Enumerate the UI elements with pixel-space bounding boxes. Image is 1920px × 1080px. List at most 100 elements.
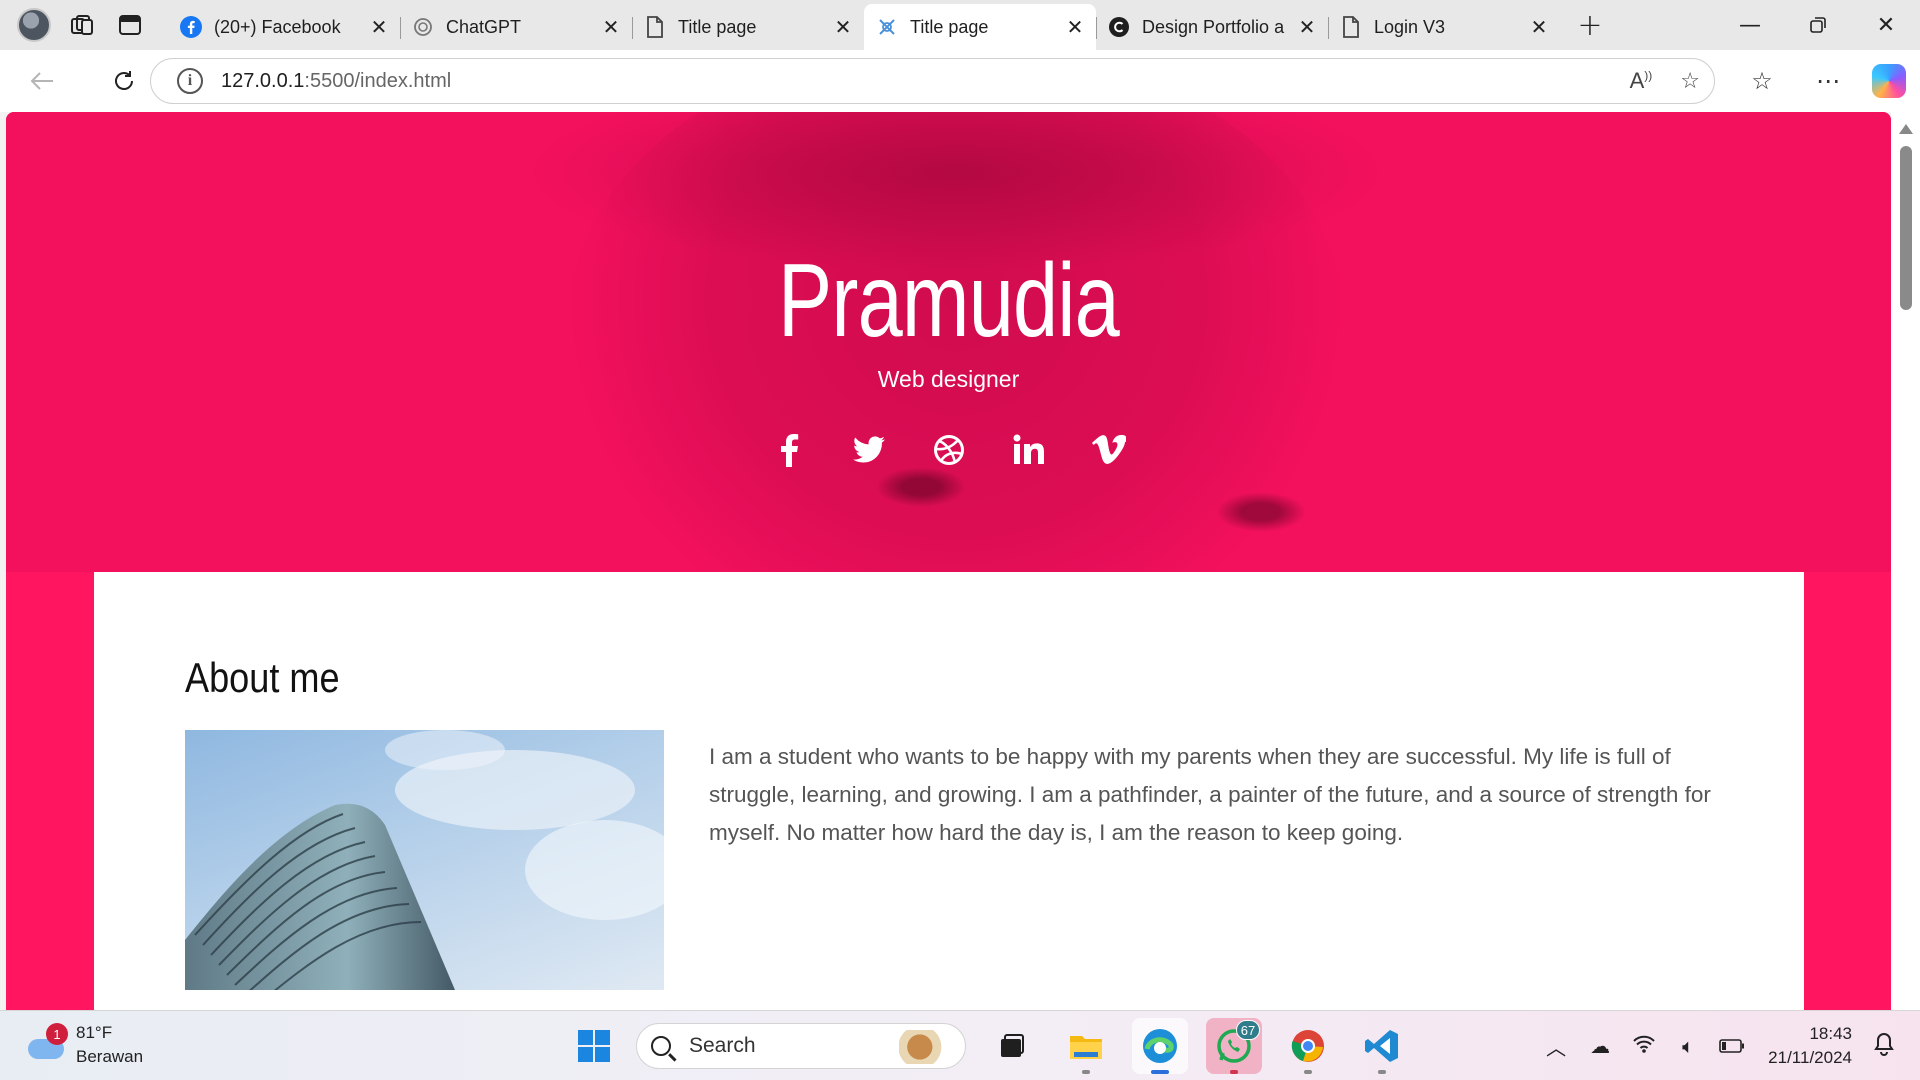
file-explorer-button[interactable] [1058, 1018, 1114, 1074]
tab-label: Login V3 [1374, 16, 1446, 37]
building-illustration [185, 730, 664, 990]
close-tab-icon[interactable]: ✕ [832, 15, 854, 39]
task-view-button[interactable] [984, 1018, 1040, 1074]
battery-icon[interactable] [1710, 1034, 1754, 1058]
about-card: About me I am a student who wants to be … [94, 572, 1804, 1010]
weather-temperature: 81°F [76, 1023, 113, 1042]
tab-title-page[interactable]: Title page ✕ [632, 7, 864, 47]
workspaces-button[interactable] [58, 0, 106, 50]
taskbar: 1 81°F Berawan Search 67 ︿ ☁ 🔈︎ 18:43 21… [0, 1010, 1920, 1080]
clock[interactable]: 18:43 21/11/2024 [1768, 1022, 1852, 1070]
refresh-icon [115, 71, 133, 90]
linkedin-icon[interactable] [1010, 430, 1048, 470]
windows-logo-icon [578, 1030, 593, 1045]
folder-icon [1070, 1036, 1102, 1059]
twitter-icon[interactable] [850, 430, 888, 470]
chrome-button[interactable] [1280, 1018, 1336, 1074]
close-tab-icon[interactable]: ✕ [600, 15, 622, 39]
hero-subtitle: Web designer [877, 366, 1020, 392]
back-button[interactable] [18, 57, 66, 105]
taskbar-search[interactable]: Search [636, 1023, 966, 1069]
scroll-up-arrow-icon[interactable] [1899, 124, 1913, 134]
refresh-button[interactable] [100, 57, 148, 105]
more-options-icon[interactable]: ⋯ [1806, 67, 1850, 95]
window-controls: — ✕ [1716, 0, 1920, 50]
vertical-tabs-icon [119, 15, 141, 35]
app-running-indicator [1230, 1070, 1238, 1074]
tab-chatgpt[interactable]: ChatGPT ✕ [400, 7, 632, 47]
site-info-icon[interactable]: i [177, 68, 203, 94]
facebook-icon[interactable] [770, 430, 808, 470]
clock-date: 21/11/2024 [1768, 1048, 1852, 1067]
profile-button[interactable] [10, 0, 58, 50]
about-text: I am a student who wants to be happy wit… [709, 744, 1711, 845]
onedrive-icon[interactable]: ☁ [1578, 1034, 1622, 1058]
volume-icon[interactable]: 🔈︎ [1666, 1034, 1710, 1058]
app-running-indicator [1082, 1070, 1090, 1074]
app-running-indicator [1151, 1070, 1169, 1074]
c-logo-icon [1108, 16, 1130, 38]
search-icon [651, 1036, 671, 1056]
navigation-bar: i 127.0.0.1:5500/index.html A)) ☆ ☆ ⋯ [0, 50, 1920, 112]
back-arrow-icon [30, 72, 53, 90]
close-tab-icon[interactable]: ✕ [1296, 15, 1318, 39]
whatsapp-unread-badge: 67 [1236, 1020, 1260, 1040]
start-button[interactable] [570, 1022, 618, 1070]
cloud-icon: 1 [26, 1023, 68, 1059]
facebook-icon [180, 16, 202, 38]
system-tray: ︿ ☁ 🔈︎ 18:43 21/11/2024 [1534, 1011, 1906, 1080]
tab-label: Title page [678, 16, 757, 37]
tab-label: Design Portfolio a [1142, 16, 1285, 37]
close-tab-icon[interactable]: ✕ [1064, 15, 1086, 39]
whatsapp-button[interactable]: 67 [1206, 1018, 1262, 1074]
app-running-indicator [1304, 1070, 1312, 1074]
scrollbar-thumb[interactable] [1900, 146, 1912, 310]
tab-actions-button[interactable] [106, 0, 154, 50]
workspaces-icon [71, 15, 93, 35]
chatgpt-icon [412, 16, 434, 38]
hero-eye-left [876, 467, 966, 507]
address-bar[interactable]: i 127.0.0.1:5500/index.html A)) ☆ [150, 58, 1715, 104]
close-tab-icon[interactable]: ✕ [1528, 15, 1550, 39]
favorites-icon[interactable]: ☆ [1740, 67, 1784, 95]
social-links [6, 430, 1891, 470]
weather-widget[interactable]: 1 81°F Berawan [26, 1021, 143, 1069]
copilot-icon[interactable] [1872, 64, 1906, 98]
wifi-icon[interactable] [1622, 1034, 1666, 1059]
weather-condition: Berawan [76, 1047, 144, 1066]
tab-label: Title page [910, 16, 989, 37]
tab-login-v3[interactable]: Login V3 ✕ [1328, 7, 1560, 47]
edge-button[interactable] [1132, 1018, 1188, 1074]
address-bar-actions: A)) ☆ [1630, 59, 1700, 103]
page-viewport: Pramudia Web designer About me I am a st… [6, 112, 1891, 1010]
edge-icon [1143, 1029, 1177, 1063]
show-hidden-icons-icon[interactable]: ︿ [1534, 1032, 1578, 1061]
close-tab-icon[interactable]: ✕ [368, 15, 390, 39]
clock-time: 18:43 [1809, 1024, 1852, 1043]
vscode-button[interactable] [1354, 1018, 1410, 1074]
notifications-icon[interactable] [1862, 1032, 1906, 1061]
close-window-button[interactable]: ✕ [1852, 0, 1920, 50]
about-heading: About me [185, 654, 340, 701]
page-scrollbar[interactable] [1891, 112, 1920, 1010]
dribbble-icon[interactable] [930, 430, 968, 470]
read-aloud-icon[interactable]: A)) [1630, 68, 1653, 94]
page-icon [1340, 16, 1362, 38]
toolbar-right: ☆ ⋯ [1740, 50, 1906, 112]
page-icon [644, 16, 666, 38]
chrome-icon [1291, 1030, 1324, 1062]
tab-bar: (20+) Facebook ✕ ChatGPT ✕ Title page ✕ … [0, 0, 1920, 50]
tab-title-page-active[interactable]: Title page ✕ [864, 4, 1096, 50]
vimeo-icon[interactable] [1090, 430, 1128, 470]
minimize-button[interactable]: — [1716, 0, 1784, 50]
tab-facebook[interactable]: (20+) Facebook ✕ [168, 7, 400, 47]
new-tab-button[interactable]: + [1570, 8, 1610, 43]
tab-label: ChatGPT [446, 16, 522, 37]
tab-design-portfolio[interactable]: Design Portfolio a ✕ [1096, 7, 1328, 47]
favorite-star-icon[interactable]: ☆ [1680, 69, 1700, 94]
task-view-icon [1001, 1034, 1024, 1057]
hero-eye-right [1216, 492, 1306, 532]
url-text[interactable]: 127.0.0.1:5500/index.html [221, 70, 451, 93]
restore-button[interactable] [1784, 0, 1852, 50]
hero-name: Pramudia [778, 243, 1120, 359]
